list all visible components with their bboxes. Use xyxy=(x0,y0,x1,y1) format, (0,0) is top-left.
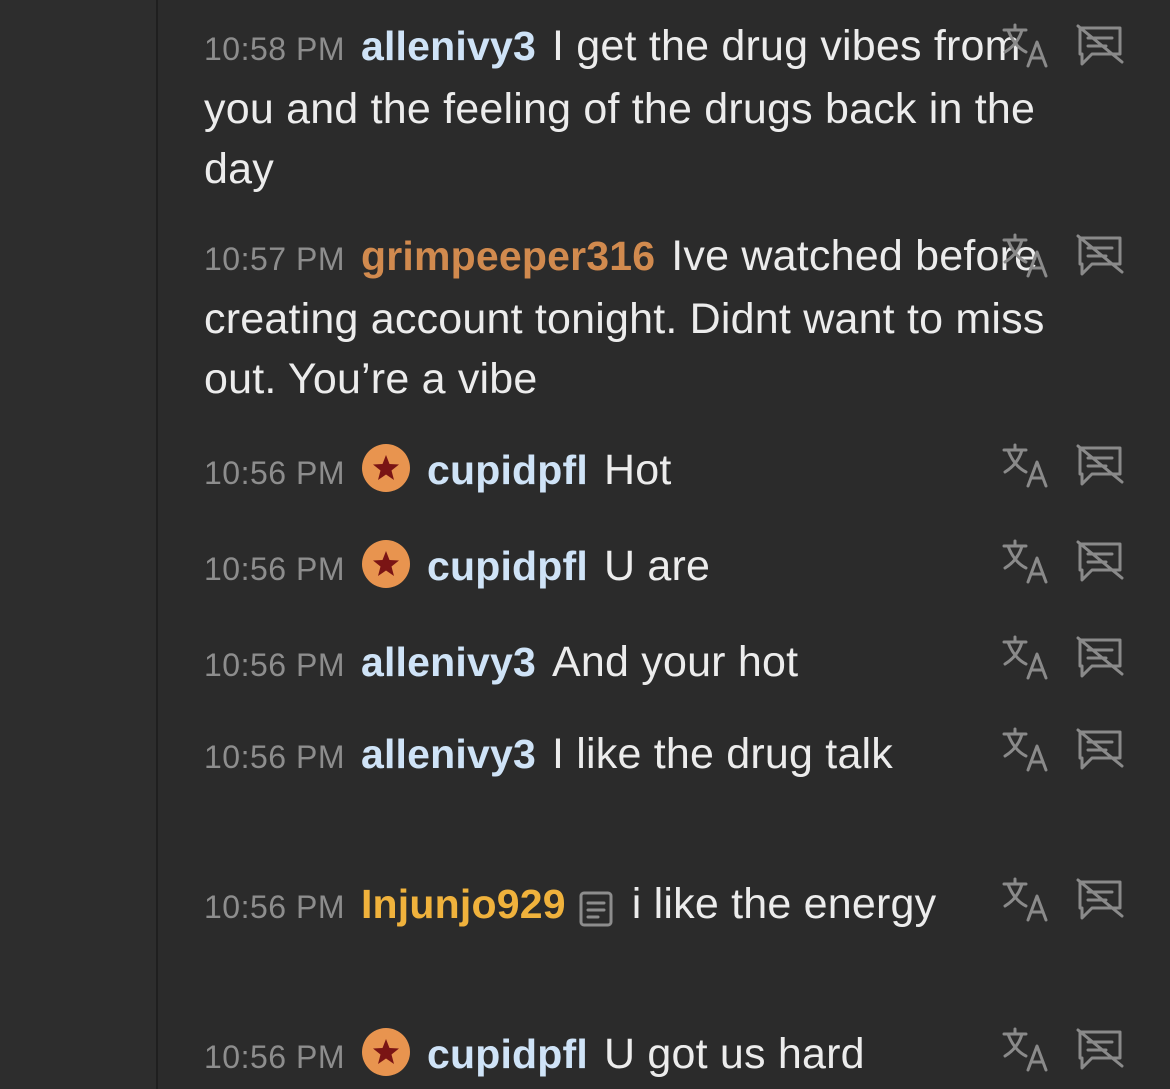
chat-message: 10:58 PM allenivy3 I get the drug vibes fr… xyxy=(204,16,1084,199)
chat-message: 10:56 PM cupidpfl U are xyxy=(204,536,1084,599)
message-username[interactable]: allenivy3 xyxy=(361,639,536,685)
user-note-icon[interactable] xyxy=(578,884,614,927)
message-text: Hot xyxy=(603,446,672,494)
left-rail xyxy=(0,0,158,1089)
message-actions xyxy=(1000,1024,1126,1076)
hide-message-icon[interactable] xyxy=(1074,536,1126,588)
translate-icon[interactable] xyxy=(1000,874,1052,926)
message-actions xyxy=(1000,536,1126,588)
translate-icon[interactable] xyxy=(1000,536,1052,588)
message-actions xyxy=(1000,632,1126,684)
message-actions xyxy=(1000,874,1126,926)
message-actions xyxy=(1000,230,1126,282)
message-username[interactable]: cupidpfl xyxy=(427,1031,588,1077)
message-timestamp: 10:56 PM xyxy=(204,455,345,491)
star-badge-icon xyxy=(361,443,411,493)
message-timestamp: 10:56 PM xyxy=(204,1039,345,1075)
star-badge-icon xyxy=(361,1027,411,1077)
hide-message-icon[interactable] xyxy=(1074,724,1126,776)
chat-message: 10:56 PM Injunjo929 i like the energy xyxy=(204,874,1084,937)
chat-app: 10:58 PM allenivy3 I get the drug vibes fr… xyxy=(0,0,1170,1089)
message-timestamp: 10:56 PM xyxy=(204,647,345,683)
message-timestamp: 10:56 PM xyxy=(204,889,345,925)
chat-message: 10:57 PM grimpeeper316 Ive watched before … xyxy=(204,226,1084,409)
message-timestamp: 10:57 PM xyxy=(204,241,345,277)
chat-message-list: 10:58 PM allenivy3 I get the drug vibes fr… xyxy=(160,0,1170,1089)
message-timestamp: 10:58 PM xyxy=(204,31,345,67)
message-timestamp: 10:56 PM xyxy=(204,739,345,775)
message-actions xyxy=(1000,724,1126,776)
message-username[interactable]: allenivy3 xyxy=(361,731,536,777)
translate-icon[interactable] xyxy=(1000,724,1052,776)
chat-message: 10:56 PM cupidpfl Hot xyxy=(204,440,1084,503)
message-text: U are xyxy=(603,542,711,590)
message-text: i like the energy xyxy=(631,880,937,928)
translate-icon[interactable] xyxy=(1000,440,1052,492)
message-username[interactable]: grimpeeper316 xyxy=(361,233,655,279)
hide-message-icon[interactable] xyxy=(1074,20,1126,72)
message-username[interactable]: cupidpfl xyxy=(427,543,588,589)
message-text: And your hot xyxy=(552,638,799,686)
message-text: I like the drug talk xyxy=(552,730,894,778)
hide-message-icon[interactable] xyxy=(1074,632,1126,684)
hide-message-icon[interactable] xyxy=(1074,440,1126,492)
hide-message-icon[interactable] xyxy=(1074,1024,1126,1076)
translate-icon[interactable] xyxy=(1000,632,1052,684)
message-username[interactable]: allenivy3 xyxy=(361,23,536,69)
message-text: U got us hard xyxy=(603,1030,865,1078)
hide-message-icon[interactable] xyxy=(1074,874,1126,926)
star-badge-icon xyxy=(361,539,411,589)
message-actions xyxy=(1000,440,1126,492)
chat-message: 10:56 PM cupidpfl U got us hard xyxy=(204,1024,1084,1087)
translate-icon[interactable] xyxy=(1000,230,1052,282)
message-username[interactable]: Injunjo929 xyxy=(361,881,566,927)
translate-icon[interactable] xyxy=(1000,20,1052,72)
chat-message: 10:56 PM allenivy3 I like the drug talk xyxy=(204,724,1084,787)
message-actions xyxy=(1000,20,1126,72)
chat-message: 10:56 PM allenivy3 And your hot xyxy=(204,632,1084,695)
hide-message-icon[interactable] xyxy=(1074,230,1126,282)
translate-icon[interactable] xyxy=(1000,1024,1052,1076)
message-username[interactable]: cupidpfl xyxy=(427,447,588,493)
message-timestamp: 10:56 PM xyxy=(204,551,345,587)
